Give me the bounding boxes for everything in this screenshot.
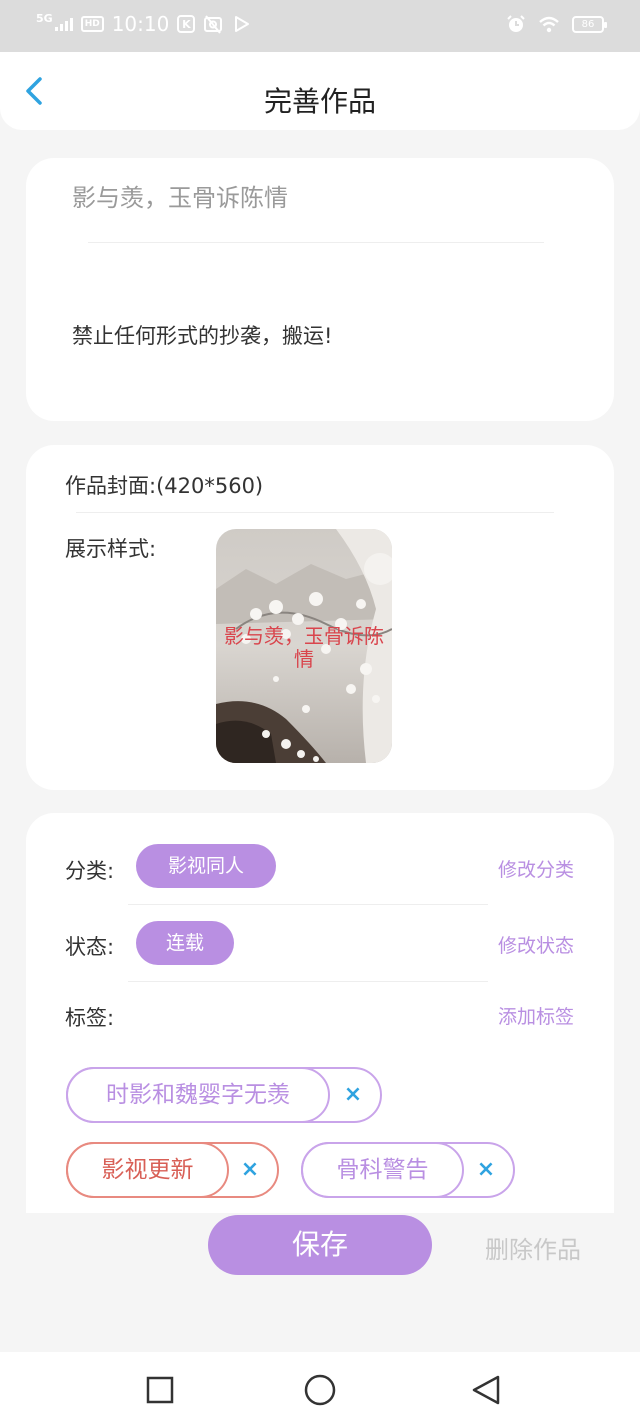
category-pill[interactable]: 影视同人 (136, 844, 276, 888)
edit-status-link[interactable]: 修改状态 (498, 931, 574, 958)
divider (76, 512, 554, 513)
intro-card: 影与羡，玉骨诉陈情 禁止任何形式的抄袭，搬运! (26, 158, 614, 421)
tag-label: 影视更新 (66, 1142, 229, 1198)
delete-work-button[interactable]: 删除作品 (485, 1230, 581, 1265)
hd-icon: HD (80, 16, 104, 32)
tag-label: 骨科警告 (301, 1142, 464, 1198)
status-label: 状态: (65, 935, 115, 959)
cover-title: 影与羡，玉骨诉陈情 (224, 624, 384, 671)
battery-icon: 86 (572, 15, 607, 33)
status-pill[interactable]: 连载 (136, 921, 234, 965)
cover-image[interactable]: 影与羡，玉骨诉陈情 (216, 529, 392, 763)
status-time: 10:10 (111, 12, 170, 36)
save-button[interactable]: 保存 (208, 1215, 432, 1275)
cover-card: 作品封面:(420*560) 展示样式: 影与羡，玉骨诉陈情 (26, 445, 614, 790)
no-photo-icon (204, 15, 223, 34)
details-card: 分类: 影视同人 修改分类 状态: 连载 修改状态 标签: 添加标签 时影和魏婴… (26, 813, 614, 1213)
tag-chip[interactable]: 影视更新 × (66, 1142, 279, 1198)
remove-tag-icon[interactable]: × (342, 1083, 364, 1107)
category-label: 分类: (65, 859, 115, 883)
tag-label: 时影和魏婴字无羡 (66, 1067, 330, 1123)
divider (128, 904, 488, 905)
header: 完善作品 (0, 52, 640, 130)
divider (88, 242, 544, 243)
page-title: 完善作品 (263, 85, 376, 118)
add-tag-link[interactable]: 添加标签 (498, 1002, 574, 1029)
k-app-icon: K (177, 15, 196, 33)
wifi-icon (539, 16, 559, 33)
display-style-label: 展示样式: (65, 537, 157, 561)
system-nav-bar (0, 1352, 640, 1427)
divider (128, 981, 488, 982)
remove-tag-icon[interactable]: × (475, 1158, 497, 1182)
alarm-icon (507, 15, 525, 32)
home-icon[interactable] (302, 1372, 338, 1408)
back-icon[interactable] (468, 1372, 504, 1408)
recent-apps-icon[interactable] (142, 1372, 178, 1408)
tag-chip[interactable]: 时影和魏婴字无羡 × (66, 1067, 382, 1123)
work-title-input[interactable]: 影与羡，玉骨诉陈情 (72, 178, 288, 213)
status-bar: 5G HD 10:10 K 86 (0, 0, 640, 52)
video-icon (235, 16, 250, 32)
cover-label: 作品封面:(420*560) (65, 474, 264, 498)
edit-category-link[interactable]: 修改分类 (498, 855, 574, 882)
network-type: 5G (36, 11, 53, 25)
tags-label: 标签: (65, 1006, 115, 1030)
signal-icon (54, 17, 73, 31)
remove-tag-icon[interactable]: × (239, 1158, 261, 1182)
tag-chip[interactable]: 骨科警告 × (301, 1142, 515, 1198)
work-notice-text[interactable]: 禁止任何形式的抄袭，搬运! (72, 320, 332, 350)
